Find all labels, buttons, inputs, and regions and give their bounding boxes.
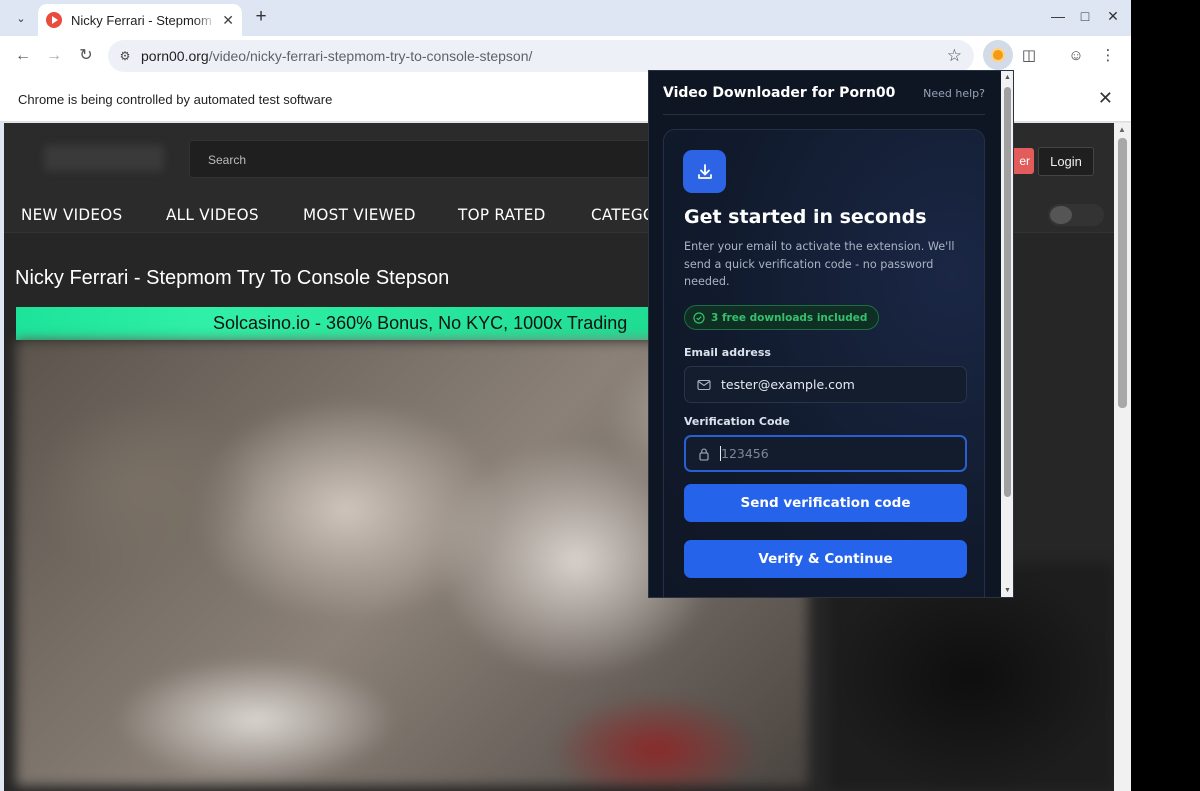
nav-most-viewed[interactable]: MOST VIEWED [303,205,416,224]
email-label: Email address [684,346,771,359]
extension-downloader-icon[interactable] [983,40,1013,70]
back-icon[interactable]: ← [12,45,34,67]
infobar-close-icon[interactable]: ✕ [1098,88,1113,109]
popup-scroll-down-icon[interactable]: ▼ [1004,587,1011,594]
nav-top-rated[interactable]: TOP RATED [458,205,546,224]
site-logo[interactable] [44,145,164,171]
theme-toggle[interactable] [1048,204,1104,226]
ad-banner[interactable]: Solcasino.io - 360% Bonus, No KYC, 1000x… [16,307,656,340]
popup-title: Video Downloader for Porn00 [663,85,896,101]
popup-scroll-up-icon[interactable]: ▲ [1004,74,1011,81]
bookmark-star-icon[interactable]: ☆ [947,46,962,66]
tab-active[interactable]: Nicky Ferrari - Stepmom Try To Console S… [38,4,242,36]
tab-title: Nicky Ferrari - Stepmom Try To Console S… [71,12,216,28]
lock-icon [699,447,709,461]
code-input[interactable] [721,446,951,461]
close-window-icon[interactable]: ✕ [1103,8,1123,25]
extensions-puzzle-icon[interactable]: ◫ [1018,45,1040,67]
maximize-icon[interactable]: □ [1075,8,1095,24]
verification-code-field[interactable] [684,435,967,472]
favicon-icon [46,12,62,28]
video-title: Nicky Ferrari - Stepmom Try To Console S… [15,267,450,289]
minimize-icon[interactable]: — [1048,8,1068,24]
verify-continue-button[interactable]: Verify & Continue [684,540,967,578]
ad-text: Solcasino.io - 360% Bonus, No KYC, 1000x… [213,313,628,333]
forward-icon[interactable]: → [43,45,65,67]
page-scrollbar[interactable]: ▲ [1114,123,1131,791]
free-downloads-badge: 3 free downloads included [684,305,880,330]
mail-icon [697,379,711,390]
infobar-text: Chrome is being controlled by automated … [18,92,333,107]
badge-text: 3 free downloads included [711,311,868,324]
site-search-input[interactable]: Search [189,140,659,178]
scroll-up-icon: ▲ [1118,125,1126,134]
card-heading: Get started in seconds [684,206,927,228]
reload-icon[interactable]: ↻ [75,45,97,67]
tab-search-icon[interactable]: ⌄ [10,7,32,29]
nav-new-videos[interactable]: NEW VIDEOS [21,205,122,224]
check-circle-icon [693,311,705,324]
nav-categories[interactable]: CATEGO [591,205,655,224]
new-tab-icon[interactable]: + [250,6,272,28]
card-description: Enter your email to activate the extensi… [684,240,955,288]
search-placeholder: Search [208,153,247,167]
popup-scrollbar[interactable]: ▲ ▼ [1001,71,1013,597]
page-scroll-thumb[interactable] [1118,138,1127,408]
help-link[interactable]: Need help? [923,87,985,100]
tab-bar: ⌄ Nicky Ferrari - Stepmom Try To Console… [0,0,1131,36]
code-label: Verification Code [684,415,790,428]
signup-card: Get started in seconds Enter your email … [663,129,985,597]
email-field[interactable] [684,366,967,403]
profile-icon[interactable]: ☺ [1065,45,1087,67]
extension-popup: Video Downloader for Porn00 Need help? G… [648,70,1014,598]
url-text: porn00.org/video/nicky-ferrari-stepmom-t… [141,48,533,64]
menu-kebab-icon[interactable]: ⋮ [1097,45,1119,67]
email-input[interactable] [721,377,951,392]
send-code-button[interactable]: Send verification code [684,484,967,522]
tab-close-icon[interactable]: ✕ [222,12,234,29]
download-icon [683,150,726,193]
popup-scroll-thumb[interactable] [1004,87,1011,497]
nav-all-videos[interactable]: ALL VIDEOS [166,205,259,224]
popup-header: Video Downloader for Porn00 Need help? [663,85,985,115]
site-info-icon[interactable]: ⚙ [116,47,134,65]
login-button[interactable]: Login [1038,147,1094,176]
address-bar[interactable]: ⚙ porn00.org/video/nicky-ferrari-stepmom… [108,40,974,72]
